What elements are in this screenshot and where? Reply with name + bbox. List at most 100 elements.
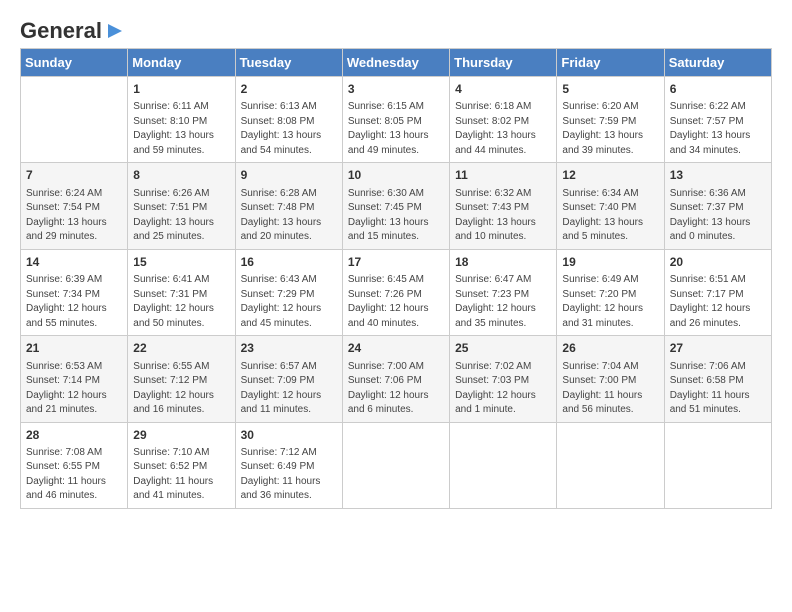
cell-content: Sunrise: 6:18 AM Sunset: 8:02 PM Dayligh…: [455, 101, 536, 156]
week-row-4: 21 Sunrise: 6:53 AM Sunset: 7:14 PM Dayli…: [21, 336, 772, 422]
day-number: 22: [133, 340, 229, 357]
cell-content: Sunrise: 6:22 AM Sunset: 7:57 PM Dayligh…: [670, 101, 751, 156]
cell-content: Sunrise: 6:20 AM Sunset: 7:59 PM Dayligh…: [562, 101, 643, 156]
calendar-cell: 1 Sunrise: 6:11 AM Sunset: 8:10 PM Daylig…: [128, 77, 235, 163]
day-number: 4: [455, 81, 551, 98]
calendar-cell: 7 Sunrise: 6:24 AM Sunset: 7:54 PM Daylig…: [21, 163, 128, 249]
cell-content: Sunrise: 7:06 AM Sunset: 6:58 PM Dayligh…: [670, 361, 750, 416]
day-number: 23: [241, 340, 337, 357]
calendar-cell: 12Sunrise: 6:34 AM Sunset: 7:40 PM Dayli…: [557, 163, 664, 249]
calendar-cell: 29 Sunrise: 7:10 AM Sunset: 6:52 PM Dayli…: [128, 422, 235, 508]
cell-content: Sunrise: 6:41 AM Sunset: 7:31 PM Dayligh…: [133, 274, 214, 329]
calendar-cell: 30Sunrise: 7:12 AM Sunset: 6:49 PM Dayli…: [235, 422, 342, 508]
cell-content: Sunrise: 6:30 AM Sunset: 7:45 PM Dayligh…: [348, 188, 429, 243]
calendar-cell: 17 Sunrise: 6:45 AM Sunset: 7:26 PM Dayli…: [342, 249, 449, 335]
cell-content: Sunrise: 6:11 AM Sunset: 8:10 PM Dayligh…: [133, 101, 214, 156]
calendar-cell: 6 Sunrise: 6:22 AM Sunset: 7:57 PM Daylig…: [664, 77, 771, 163]
col-header-friday: Friday: [557, 49, 664, 77]
day-number: 10: [348, 167, 444, 184]
calendar-cell: 13 Sunrise: 6:36 AM Sunset: 7:37 PM Dayli…: [664, 163, 771, 249]
calendar-cell: 16Sunrise: 6:43 AM Sunset: 7:29 PM Dayli…: [235, 249, 342, 335]
col-header-sunday: Sunday: [21, 49, 128, 77]
cell-content: Sunrise: 6:32 AM Sunset: 7:43 PM Dayligh…: [455, 188, 536, 243]
day-number: 28: [26, 427, 122, 444]
cell-content: Sunrise: 6:36 AM Sunset: 7:37 PM Dayligh…: [670, 188, 751, 243]
day-number: 6: [670, 81, 766, 98]
calendar-cell: 9 Sunrise: 6:28 AM Sunset: 7:48 PM Daylig…: [235, 163, 342, 249]
week-row-2: 7 Sunrise: 6:24 AM Sunset: 7:54 PM Daylig…: [21, 163, 772, 249]
cell-content: Sunrise: 6:39 AM Sunset: 7:34 PM Dayligh…: [26, 274, 107, 329]
cell-content: Sunrise: 6:49 AM Sunset: 7:20 PM Dayligh…: [562, 274, 643, 329]
col-header-wednesday: Wednesday: [342, 49, 449, 77]
cell-content: Sunrise: 6:45 AM Sunset: 7:26 PM Dayligh…: [348, 274, 429, 329]
cell-content: Sunrise: 6:28 AM Sunset: 7:48 PM Dayligh…: [241, 188, 322, 243]
calendar-cell: 4 Sunrise: 6:18 AM Sunset: 8:02 PM Daylig…: [450, 77, 557, 163]
calendar-cell: 21 Sunrise: 6:53 AM Sunset: 7:14 PM Dayli…: [21, 336, 128, 422]
day-number: 20: [670, 254, 766, 271]
calendar-cell: 15 Sunrise: 6:41 AM Sunset: 7:31 PM Dayli…: [128, 249, 235, 335]
calendar-cell: 27Sunrise: 7:06 AM Sunset: 6:58 PM Dayli…: [664, 336, 771, 422]
calendar-cell: 10 Sunrise: 6:30 AM Sunset: 7:45 PM Dayli…: [342, 163, 449, 249]
col-header-thursday: Thursday: [450, 49, 557, 77]
day-number: 29: [133, 427, 229, 444]
day-number: 26: [562, 340, 658, 357]
calendar-cell: [450, 422, 557, 508]
logo: General: [20, 20, 126, 38]
calendar-cell: 25Sunrise: 7:02 AM Sunset: 7:03 PM Dayli…: [450, 336, 557, 422]
calendar-cell: [664, 422, 771, 508]
cell-content: Sunrise: 6:53 AM Sunset: 7:14 PM Dayligh…: [26, 361, 107, 416]
calendar-cell: 8Sunrise: 6:26 AM Sunset: 7:51 PM Daylig…: [128, 163, 235, 249]
calendar-cell: 23 Sunrise: 6:57 AM Sunset: 7:09 PM Dayli…: [235, 336, 342, 422]
day-number: 19: [562, 254, 658, 271]
calendar-cell: [21, 77, 128, 163]
cell-content: Sunrise: 7:12 AM Sunset: 6:49 PM Dayligh…: [241, 447, 321, 502]
day-number: 13: [670, 167, 766, 184]
logo-arrow-icon: [104, 20, 126, 42]
calendar-cell: 28 Sunrise: 7:08 AM Sunset: 6:55 PM Dayli…: [21, 422, 128, 508]
calendar-cell: [557, 422, 664, 508]
calendar-cell: 24Sunrise: 7:00 AM Sunset: 7:06 PM Dayli…: [342, 336, 449, 422]
day-number: 12: [562, 167, 658, 184]
week-row-3: 14 Sunrise: 6:39 AM Sunset: 7:34 PM Dayli…: [21, 249, 772, 335]
day-number: 24: [348, 340, 444, 357]
header: General: [20, 20, 772, 38]
cell-content: Sunrise: 6:51 AM Sunset: 7:17 PM Dayligh…: [670, 274, 751, 329]
col-header-saturday: Saturday: [664, 49, 771, 77]
day-number: 1: [133, 81, 229, 98]
cell-content: Sunrise: 6:15 AM Sunset: 8:05 PM Dayligh…: [348, 101, 429, 156]
day-number: 9: [241, 167, 337, 184]
week-row-5: 28 Sunrise: 7:08 AM Sunset: 6:55 PM Dayli…: [21, 422, 772, 508]
calendar-cell: 18 Sunrise: 6:47 AM Sunset: 7:23 PM Dayli…: [450, 249, 557, 335]
calendar-cell: [342, 422, 449, 508]
day-number: 11: [455, 167, 551, 184]
header-row: SundayMondayTuesdayWednesdayThursdayFrid…: [21, 49, 772, 77]
day-number: 17: [348, 254, 444, 271]
cell-content: Sunrise: 7:04 AM Sunset: 7:00 PM Dayligh…: [562, 361, 642, 416]
week-row-1: 1 Sunrise: 6:11 AM Sunset: 8:10 PM Daylig…: [21, 77, 772, 163]
day-number: 14: [26, 254, 122, 271]
cell-content: Sunrise: 7:02 AM Sunset: 7:03 PM Dayligh…: [455, 361, 536, 416]
day-number: 18: [455, 254, 551, 271]
calendar-cell: 3Sunrise: 6:15 AM Sunset: 8:05 PM Daylig…: [342, 77, 449, 163]
cell-content: Sunrise: 7:08 AM Sunset: 6:55 PM Dayligh…: [26, 447, 106, 502]
cell-content: Sunrise: 6:24 AM Sunset: 7:54 PM Dayligh…: [26, 188, 107, 243]
col-header-monday: Monday: [128, 49, 235, 77]
cell-content: Sunrise: 6:57 AM Sunset: 7:09 PM Dayligh…: [241, 361, 322, 416]
calendar-cell: 5 Sunrise: 6:20 AM Sunset: 7:59 PM Daylig…: [557, 77, 664, 163]
cell-content: Sunrise: 6:55 AM Sunset: 7:12 PM Dayligh…: [133, 361, 214, 416]
calendar-cell: 2Sunrise: 6:13 AM Sunset: 8:08 PM Daylig…: [235, 77, 342, 163]
day-number: 15: [133, 254, 229, 271]
day-number: 16: [241, 254, 337, 271]
cell-content: Sunrise: 7:10 AM Sunset: 6:52 PM Dayligh…: [133, 447, 213, 502]
day-number: 21: [26, 340, 122, 357]
day-number: 5: [562, 81, 658, 98]
day-number: 2: [241, 81, 337, 98]
calendar-cell: 26 Sunrise: 7:04 AM Sunset: 7:00 PM Dayli…: [557, 336, 664, 422]
calendar-table: SundayMondayTuesdayWednesdayThursdayFrid…: [20, 48, 772, 509]
cell-content: Sunrise: 6:26 AM Sunset: 7:51 PM Dayligh…: [133, 188, 214, 243]
logo-general: General: [20, 20, 102, 42]
cell-content: Sunrise: 6:47 AM Sunset: 7:23 PM Dayligh…: [455, 274, 536, 329]
day-number: 7: [26, 167, 122, 184]
calendar-cell: 19 Sunrise: 6:49 AM Sunset: 7:20 PM Dayli…: [557, 249, 664, 335]
calendar-cell: 20 Sunrise: 6:51 AM Sunset: 7:17 PM Dayli…: [664, 249, 771, 335]
